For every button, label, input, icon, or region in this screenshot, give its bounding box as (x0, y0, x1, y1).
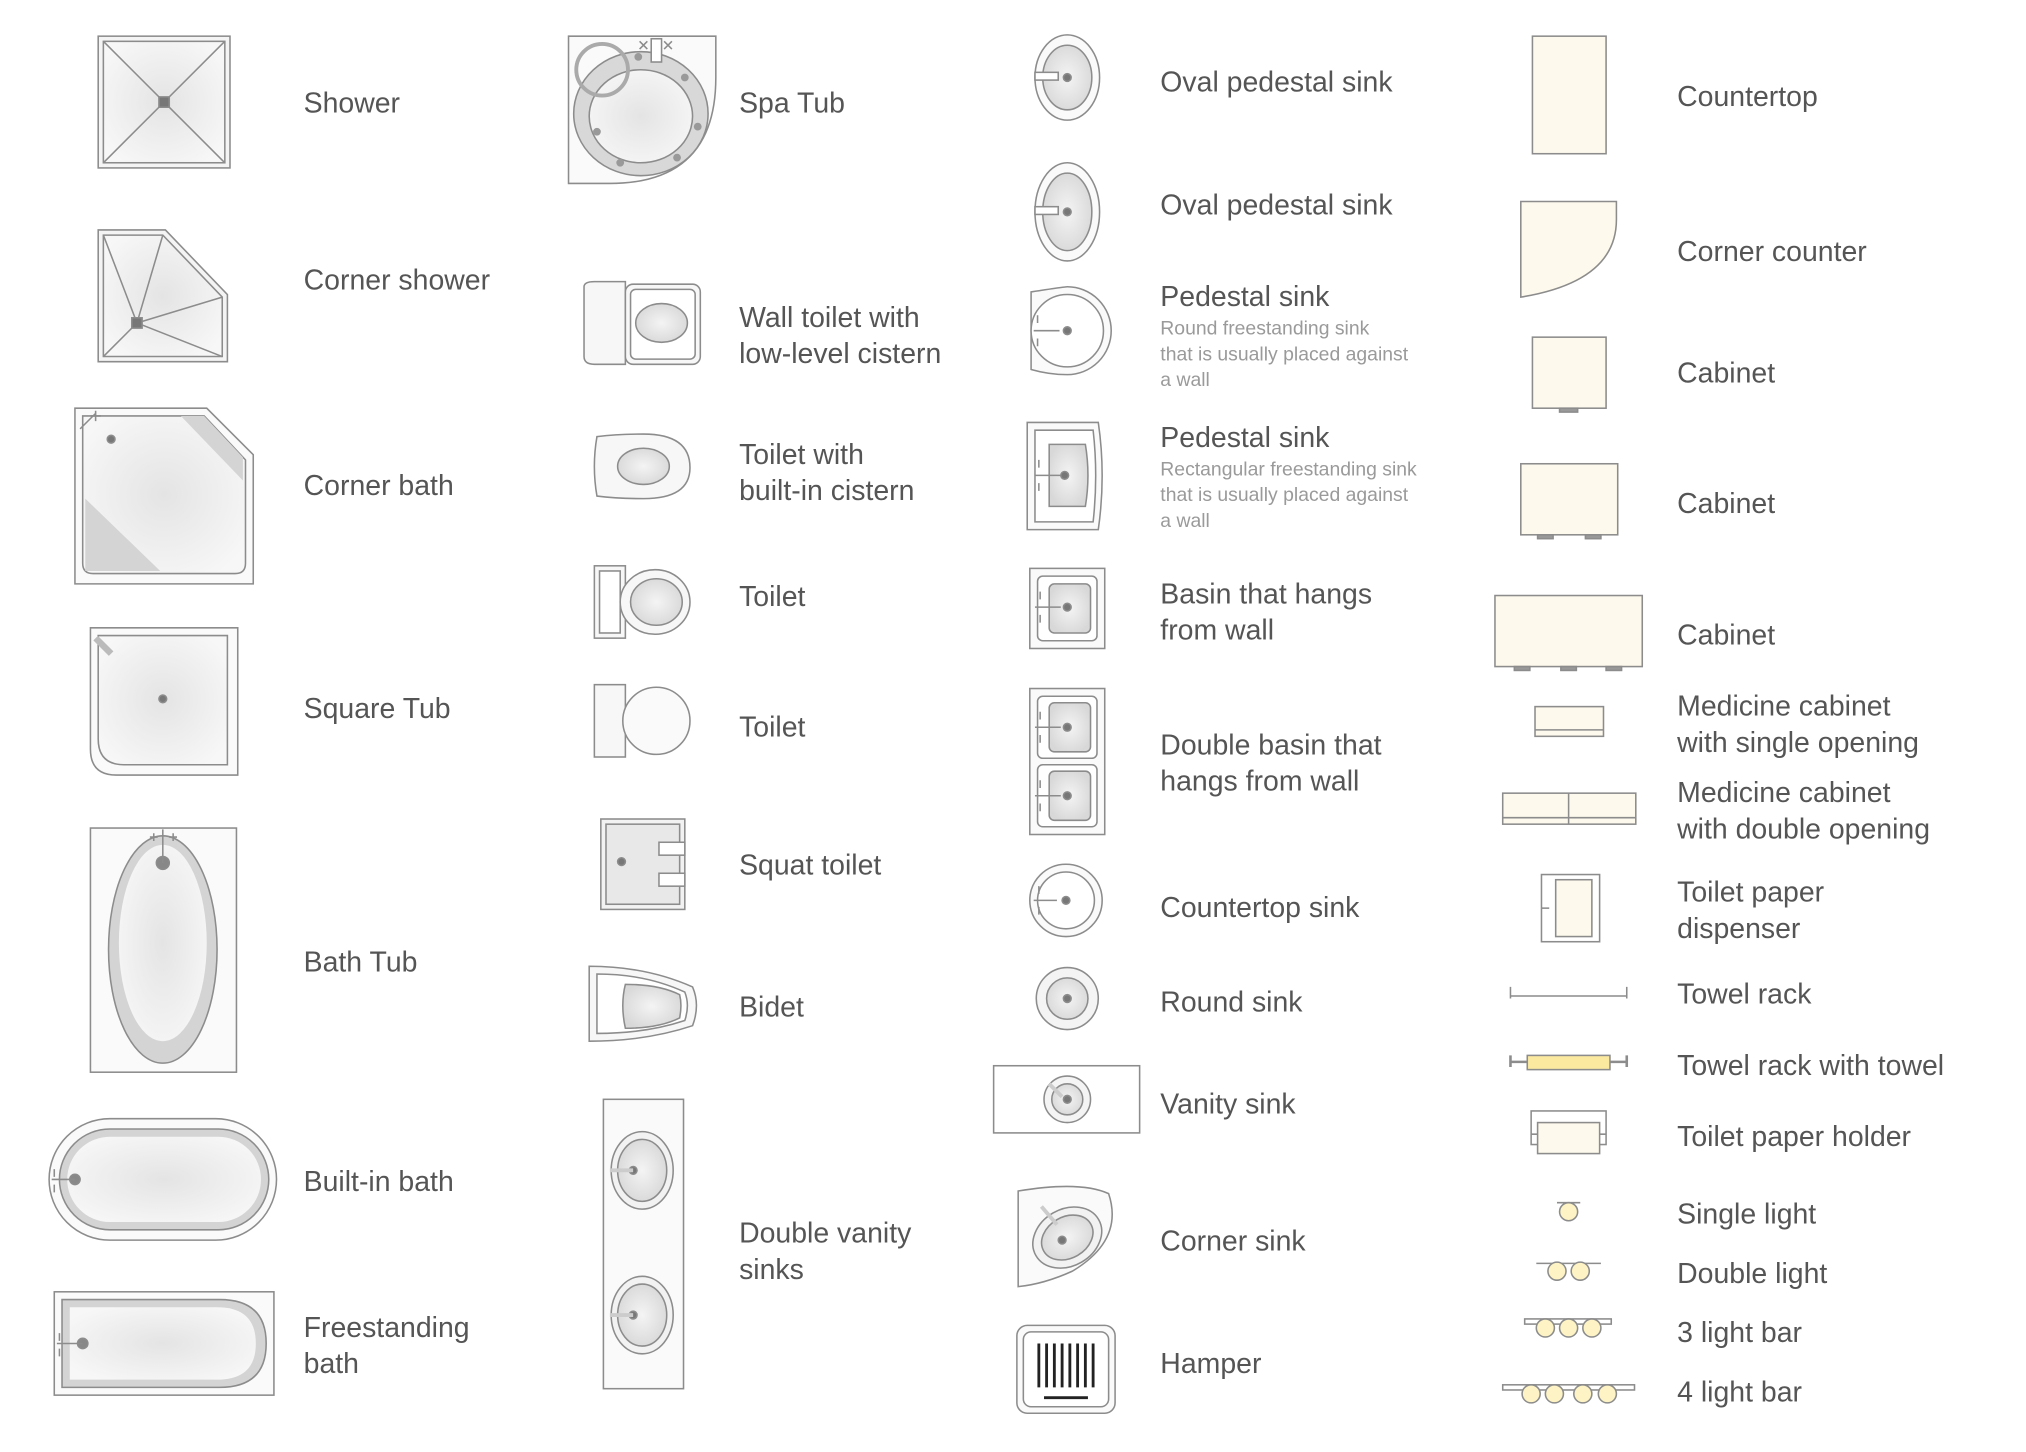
label-cabinet-2: Cabinet (1677, 487, 1776, 520)
bidet-icon[interactable] (588, 965, 698, 1042)
toilet-icon[interactable] (593, 565, 691, 639)
description: Rectangular freestanding sink that is us… (1160, 458, 1417, 533)
label-round-sink: Round sink (1160, 985, 1303, 1018)
label-4-light-bar: 4 light bar (1677, 1375, 1802, 1409)
label-towel-rack: Towel rack (1677, 977, 1812, 1011)
label-freestanding-bath: Freestanding bath (303, 1311, 470, 1380)
label-double-vanity-sinks: Double vanity sinks (739, 1216, 912, 1286)
label-toilet-paper-dispenser: Toilet paper dispenser (1677, 875, 1825, 945)
label-toilet-2: Toilet (739, 710, 806, 743)
description: Round freestanding sink that is usually … (1160, 317, 1409, 392)
corner-sink-icon[interactable] (1017, 1185, 1113, 1288)
label-double-wall-basin: Double basin that hangs from wall (1160, 728, 1382, 798)
rectangular-pedestal-sink-icon[interactable] (1026, 421, 1103, 531)
double-wall-hung-basin-icon[interactable] (1029, 687, 1106, 836)
bathroom-symbols-sheet: Shower Corner shower Corner bath Square … (0, 0, 2026, 1452)
label-cabinet-1: Cabinet (1677, 356, 1776, 389)
label-towel-rack-with-towel: Towel rack with towel (1677, 1048, 1945, 1082)
label-wall-toilet: Wall toilet with low-level cistern (739, 300, 942, 370)
label-single-light: Single light (1677, 1197, 1817, 1230)
label-shower: Shower (303, 86, 401, 119)
toilet-paper-holder-icon[interactable] (1530, 1110, 1607, 1155)
cabinet-large-icon[interactable] (1494, 594, 1644, 672)
corner-bath-icon[interactable] (74, 407, 255, 585)
label-text: Pedestal sink (1160, 280, 1330, 313)
spa-tub-icon[interactable] (567, 35, 717, 185)
shower-icon[interactable] (97, 35, 231, 169)
oval-pedestal-sink-2-icon[interactable] (1034, 161, 1101, 262)
label-corner-counter: Corner counter (1677, 235, 1867, 268)
medicine-cabinet-single-icon[interactable] (1534, 705, 1605, 738)
three-light-bar-icon[interactable] (1523, 1318, 1613, 1338)
label-double-light: Double light (1677, 1256, 1828, 1290)
label-spa-tub: Spa Tub (739, 86, 845, 119)
countertop-icon[interactable] (1531, 35, 1607, 155)
cabinet-small-icon[interactable] (1531, 336, 1607, 413)
label-text: Pedestal sink (1160, 421, 1330, 454)
corner-counter-icon[interactable] (1520, 200, 1618, 299)
four-light-bar-icon[interactable] (1501, 1384, 1636, 1404)
label-medicine-cabinet-double: Medicine cabinet with double opening (1677, 776, 1931, 845)
label-cabinet-3: Cabinet (1677, 618, 1776, 652)
label-bath-tub: Bath Tub (303, 945, 418, 978)
wall-toilet-icon[interactable] (583, 280, 702, 366)
built-in-bath-icon[interactable] (48, 1117, 278, 1241)
label-corner-shower: Corner shower (303, 263, 491, 296)
wall-hung-basin-icon[interactable] (1029, 567, 1106, 650)
towel-rack-icon[interactable] (1509, 986, 1628, 999)
label-3-light-bar: 3 light bar (1677, 1316, 1802, 1349)
bath-tub-icon[interactable] (89, 827, 238, 1073)
oval-pedestal-sink-icon[interactable] (1034, 34, 1101, 121)
countertop-sink-icon[interactable] (1029, 863, 1103, 938)
label-countertop: Countertop (1677, 80, 1818, 113)
toilet-built-in-cistern-icon[interactable] (593, 433, 691, 500)
freestanding-bath-icon[interactable] (53, 1291, 275, 1396)
label-countertop-sink: Countertop sink (1160, 891, 1360, 924)
double-vanity-sinks-icon[interactable] (602, 1098, 685, 1390)
single-light-icon[interactable] (1556, 1201, 1581, 1222)
round-sink-icon[interactable] (1035, 966, 1100, 1031)
corner-shower-icon[interactable] (97, 229, 229, 363)
round-pedestal-sink-icon[interactable] (1030, 286, 1112, 376)
label-wall-basin: Basin that hangs from wall (1160, 577, 1373, 646)
label-squat-toilet: Squat toilet (739, 848, 882, 882)
label-corner-sink: Corner sink (1160, 1224, 1306, 1257)
medicine-cabinet-double-icon[interactable] (1501, 792, 1637, 825)
square-tub-icon[interactable] (89, 627, 239, 776)
toilet-paper-dispenser-icon[interactable] (1540, 873, 1601, 943)
label-built-in-bath: Built-in bath (303, 1165, 454, 1198)
toilet-round-icon[interactable] (593, 683, 691, 758)
cabinet-medium-icon[interactable] (1520, 462, 1619, 540)
label-medicine-cabinet-single: Medicine cabinet with single opening (1677, 689, 1919, 759)
label-vanity-sink: Vanity sink (1160, 1087, 1296, 1120)
label-square-tub: Square Tub (303, 692, 451, 725)
label-corner-bath: Corner bath (303, 468, 454, 502)
label-toilet: Toilet (739, 580, 806, 613)
label-oval-pedestal-sink: Oval pedestal sink (1160, 65, 1393, 99)
vanity-sink-icon[interactable] (992, 1064, 1141, 1134)
hamper-icon[interactable] (1016, 1324, 1116, 1415)
double-light-icon[interactable] (1536, 1261, 1601, 1281)
label-oval-pedestal-sink-2: Oval pedestal sink (1160, 188, 1393, 221)
label-pedestal-sink-rect: Pedestal sink Rectangular freestanding si… (1160, 420, 1416, 535)
label-bidet: Bidet (739, 990, 804, 1024)
label-toilet-built-in-cistern: Toilet with built-in cistern (739, 437, 915, 507)
squat-toilet-icon[interactable] (600, 818, 686, 911)
label-toilet-paper-holder: Toilet paper holder (1677, 1119, 1912, 1153)
label-hamper: Hamper (1160, 1347, 1262, 1380)
towel-rack-with-towel-icon[interactable] (1509, 1054, 1629, 1071)
label-pedestal-sink-round: Pedestal sink Round freestanding sink tha… (1160, 279, 1408, 394)
